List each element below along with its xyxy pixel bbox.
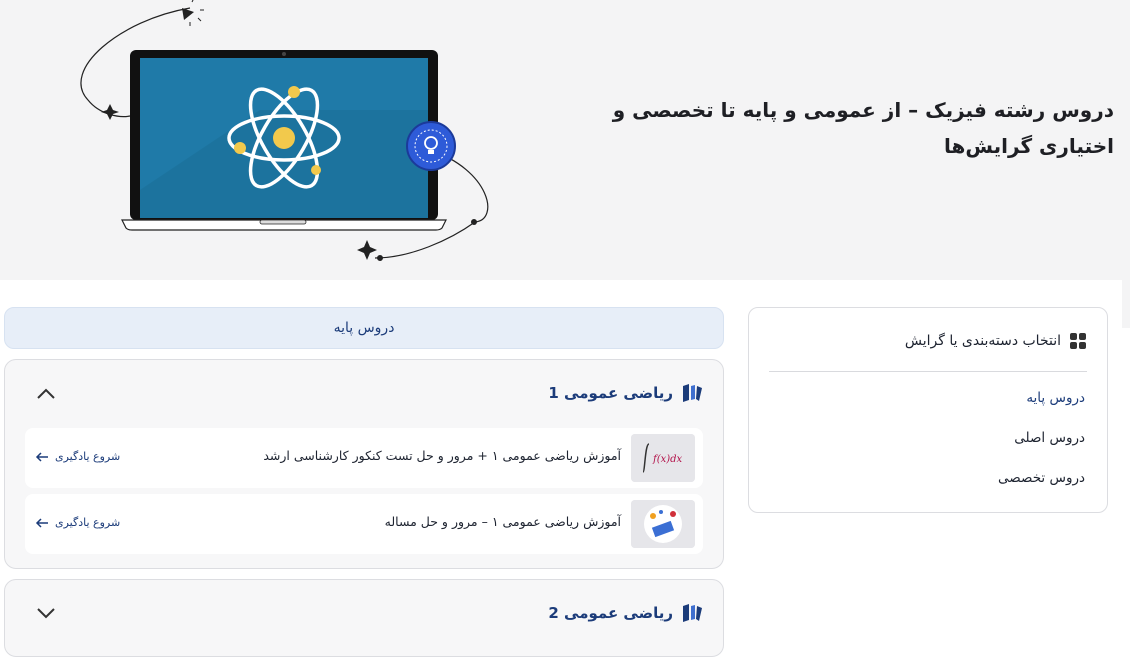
- link-label: شروع یادگیری: [55, 450, 121, 463]
- list-item[interactable]: آموزش ریاضی عمومی ۱ – مرور و حل مساله شر…: [25, 494, 703, 554]
- category-sidebar: انتخاب دسته‌بندی یا گرایش دروس پایه دروس…: [748, 307, 1108, 513]
- divider: [769, 371, 1087, 372]
- arrow-left-icon: [35, 517, 48, 528]
- book-stack-icon: [683, 384, 702, 402]
- accordion-math1: ریاضی عمومی 1 f(x)dx آموزش ریاضی عمومی ۱…: [4, 359, 724, 569]
- page-title: دروس رشته فیزیک – از عمومی و پایه تا تخص…: [612, 98, 1114, 158]
- lightbulb-badge-icon: [406, 121, 456, 171]
- hero-section: دروس رشته فیزیک – از عمومی و پایه تا تخص…: [0, 0, 1130, 280]
- course-title: آموزش ریاضی عمومی ۱ + مرور و حل تست کنکو…: [263, 448, 621, 463]
- link-label: شروع یادگیری: [55, 516, 121, 529]
- accordion-title: ریاضی عمومی 2: [548, 604, 673, 622]
- sidebar-item-specialized[interactable]: دروس تخصصی: [998, 470, 1085, 486]
- book-stack-icon: [683, 604, 702, 622]
- accordion-title: ریاضی عمومی 1: [548, 384, 673, 402]
- cursor-arrow-icon: [182, 0, 204, 26]
- course-title: آموزش ریاضی عمومی ۱ – مرور و حل مساله: [384, 514, 621, 529]
- integral-formula-thumbnail: f(x)dx: [631, 434, 695, 482]
- accordion-header[interactable]: ریاضی عمومی 1: [5, 360, 723, 428]
- chevron-down-icon[interactable]: [35, 606, 57, 620]
- page-edge-strip: [1122, 280, 1130, 328]
- sidebar-heading: انتخاب دسته‌بندی یا گرایش: [905, 332, 1087, 350]
- sparkle-icon: [101, 104, 119, 120]
- accordion-header[interactable]: ریاضی عمومی 2: [5, 580, 723, 648]
- chevron-up-icon[interactable]: [35, 386, 57, 400]
- laptop-physics-illustration: [80, 0, 489, 261]
- arrow-left-icon: [35, 451, 48, 462]
- grid-icon: [1070, 333, 1086, 349]
- list-item[interactable]: f(x)dx آموزش ریاضی عمومی ۱ + مرور و حل ت…: [25, 428, 703, 488]
- accordion-math2: ریاضی عمومی 2: [4, 579, 724, 657]
- math-illustration-thumbnail: [631, 500, 695, 548]
- start-learning-link[interactable]: شروع یادگیری: [35, 516, 120, 529]
- sidebar-heading-label: انتخاب دسته‌بندی یا گرایش: [904, 333, 1061, 349]
- sparkle-icon: [357, 240, 377, 260]
- tab-basic-courses[interactable]: دروس پایه: [4, 307, 724, 349]
- sidebar-item-basic[interactable]: دروس پایه: [1026, 390, 1085, 406]
- svg-text:f(x)dx: f(x)dx: [652, 454, 683, 465]
- sidebar-item-main[interactable]: دروس اصلی: [1014, 430, 1085, 446]
- start-learning-link[interactable]: شروع یادگیری: [35, 450, 120, 463]
